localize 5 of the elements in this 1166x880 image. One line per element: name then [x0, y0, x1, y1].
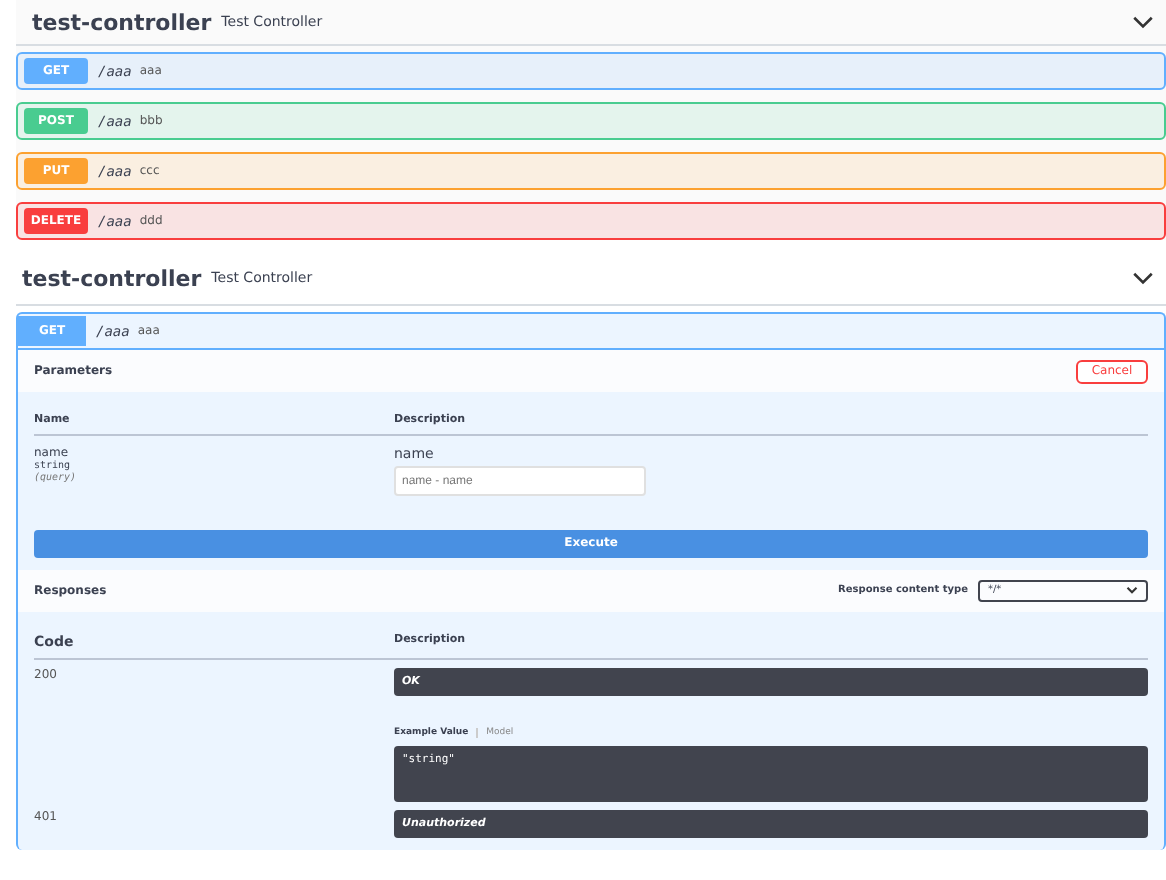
chevron-icon[interactable] [1132, 15, 1154, 29]
caret-icon [1126, 586, 1138, 594]
section-title[interactable]: test-controller [22, 265, 202, 291]
section-title[interactable]: test-controller [32, 9, 212, 35]
chevron-icon[interactable] [1132, 271, 1154, 285]
